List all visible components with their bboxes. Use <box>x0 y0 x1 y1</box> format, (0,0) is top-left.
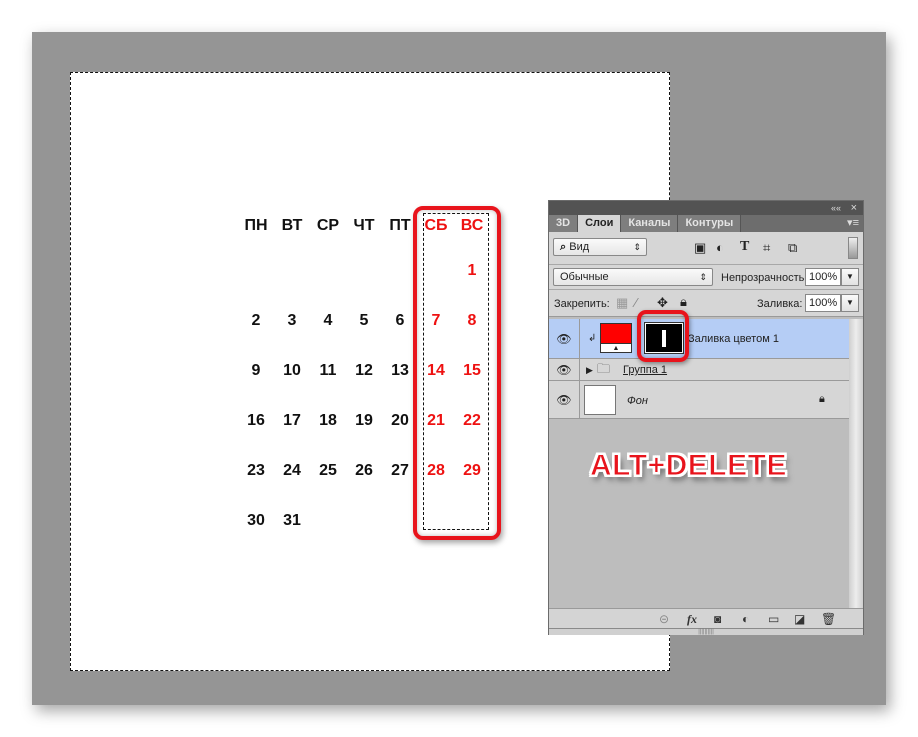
calendar-day: 25 <box>319 462 337 479</box>
fx-icon[interactable]: fx <box>687 612 697 627</box>
panel-titlebar: «« × <box>549 201 863 215</box>
calendar-day: 18 <box>319 412 337 429</box>
weekday-header: ПН <box>244 217 268 234</box>
opacity-input[interactable]: 100% <box>805 268 841 286</box>
tab-channels[interactable]: Каналы <box>621 215 679 232</box>
layer-fill-color[interactable]: 👁︎ ↲ ▲ Заливка цветом 1 <box>549 319 849 359</box>
lock-transparency-icon[interactable]: ▦ <box>616 296 628 310</box>
mask-icon[interactable]: ◙ <box>714 612 721 626</box>
filter-kind-value: Вид <box>569 241 590 253</box>
expand-triangle-icon[interactable]: ▶ <box>586 363 593 377</box>
calendar-day: 11 <box>319 362 337 379</box>
blend-row: Обычные ⇕ Непрозрачность: 100% ▼ <box>549 265 863 290</box>
close-icon[interactable]: × <box>851 201 857 215</box>
image-icon[interactable]: ▣ <box>694 241 706 255</box>
panel-tabs: 3D Слои Каналы Контуры ▾≡ <box>549 215 863 232</box>
calendar-day: 26 <box>355 462 373 479</box>
blend-mode-value: Обычные <box>560 271 609 283</box>
opacity-dropdown[interactable]: ▼ <box>841 268 859 286</box>
weekday-header: ВТ <box>281 217 303 234</box>
visibility-eye-icon[interactable]: 👁︎ <box>549 319 580 358</box>
layer-background[interactable]: 👁︎ Фон 🔒︎ <box>549 381 849 419</box>
layers-panel: «« × 3D Слои Каналы Контуры ▾≡ ⌕ Вид ⇕ ▣… <box>548 200 864 635</box>
calendar-day: 16 <box>247 412 265 429</box>
calendar-day: 10 <box>283 362 301 379</box>
visibility-eye-icon[interactable]: 👁︎ <box>549 381 580 418</box>
tab-layers[interactable]: Слои <box>578 215 622 232</box>
layer-name: Группа 1 <box>623 364 668 376</box>
fill-dropdown[interactable]: ▼ <box>841 294 859 312</box>
calendar-day: 19 <box>355 412 373 429</box>
calendar-day: 23 <box>247 462 265 479</box>
shortcut-annotation: ALT+DELETE <box>590 449 787 483</box>
fill-color-swatch <box>601 324 631 343</box>
folder-icon[interactable]: ▭ <box>768 612 779 626</box>
blend-mode-select[interactable]: Обычные ⇕ <box>553 268 713 286</box>
updown-icon: ⇕ <box>699 272 707 282</box>
lock-all-icon[interactable]: 🔒︎ <box>680 295 687 309</box>
calendar-day: 31 <box>283 512 301 529</box>
lock-position-icon[interactable]: ✥ <box>657 296 668 310</box>
panel-bottom-toolbar: ⊝ fx ◙ ◐ ▭ ◪ 🗑︎ <box>549 608 863 628</box>
lock-row: Закрепить: ▦ ⁄ ✥ 🔒︎ Заливка: 100% ▼ <box>549 290 863 317</box>
trash-icon[interactable]: 🗑︎ <box>821 612 836 626</box>
opacity-label: Непрозрачность: <box>721 272 808 284</box>
collapse-icon[interactable]: «« <box>831 201 841 215</box>
layer-group[interactable]: 👁︎ ▶ 🗀︎ Группа 1 <box>549 359 849 381</box>
weekday-header: ЧТ <box>353 217 375 234</box>
adjustment-icon[interactable]: ◐ <box>716 241 724 255</box>
calendar-day: 5 <box>359 312 369 329</box>
calendar-day: 24 <box>283 462 301 479</box>
layers-scrollbar[interactable] <box>849 319 863 609</box>
layer-name: Заливка цветом 1 <box>688 333 779 345</box>
weekend-selection-marquee <box>423 213 489 530</box>
smart-object-icon[interactable]: ⧉ <box>788 241 797 255</box>
layer-name: Фон <box>627 395 648 407</box>
adjustment-icon[interactable]: ◐ <box>742 612 749 626</box>
filter-row: ⌕ Вид ⇕ ▣ ◐ T ⌗ ⧉ <box>549 232 863 265</box>
search-icon: ⌕ <box>560 241 567 253</box>
calendar-day: 17 <box>283 412 301 429</box>
fill-input[interactable]: 100% <box>805 294 841 312</box>
folder-icon: 🗀︎ <box>597 361 611 376</box>
lock-paint-icon[interactable]: ⁄ <box>635 296 637 310</box>
tab-paths[interactable]: Контуры <box>678 215 742 232</box>
fill-color-thumbnail[interactable]: ▲ <box>600 323 632 353</box>
calendar-day: 4 <box>323 312 333 329</box>
layer-thumbnail <box>584 385 616 415</box>
calendar-day: 12 <box>355 362 373 379</box>
fill-label: Заливка: <box>757 298 803 310</box>
tab-3d[interactable]: 3D <box>549 215 579 232</box>
lock-label: Закрепить: <box>554 298 610 310</box>
lock-icon: 🔒︎ <box>819 393 825 405</box>
mask-highlight-frame <box>637 310 689 362</box>
link-icon[interactable]: ⊝ <box>659 612 669 626</box>
weekday-header: СР <box>316 217 340 234</box>
type-icon[interactable]: T <box>740 240 749 254</box>
new-layer-icon[interactable]: ◪ <box>794 612 805 626</box>
calendar-day: 9 <box>251 362 261 379</box>
calendar-day: 3 <box>287 312 297 329</box>
panel-menu-icon[interactable]: ▾≡ <box>847 215 859 232</box>
panel-resize-grip[interactable]: |||||||||| <box>549 628 863 635</box>
clip-arrow-icon: ↲ <box>588 333 597 344</box>
updown-icon: ⇕ <box>633 242 641 252</box>
filter-toggle[interactable] <box>848 237 858 259</box>
visibility-eye-icon[interactable]: 👁︎ <box>549 359 580 380</box>
shape-icon[interactable]: ⌗ <box>763 241 770 255</box>
calendar-day: 30 <box>247 512 265 529</box>
calendar-day: 2 <box>251 312 261 329</box>
filter-kind-select[interactable]: ⌕ Вид ⇕ <box>553 238 647 256</box>
